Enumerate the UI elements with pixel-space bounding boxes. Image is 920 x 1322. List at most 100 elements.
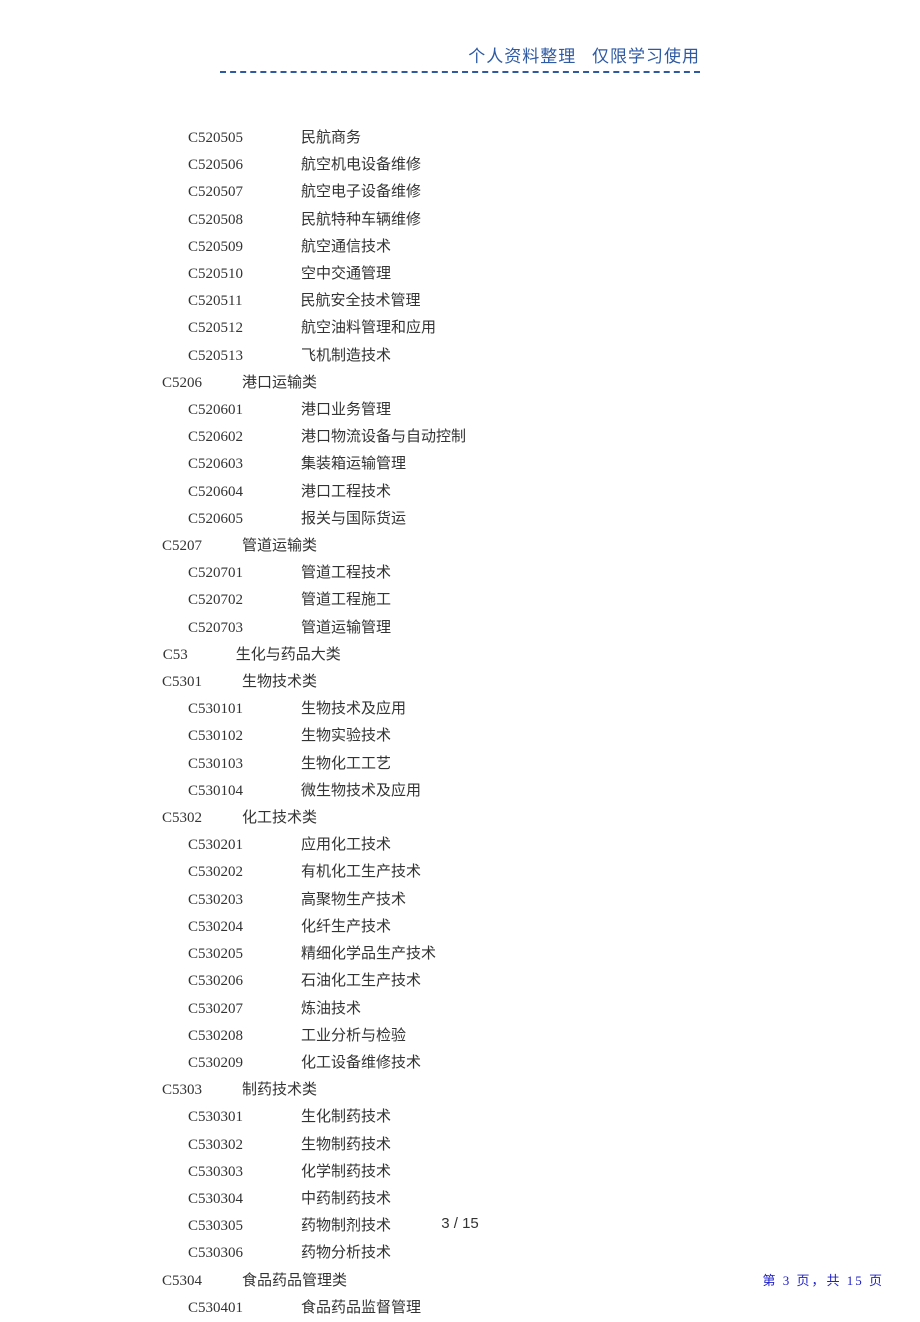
label: 报关与国际货运 xyxy=(301,506,406,533)
code: C530304 xyxy=(188,1186,243,1213)
label: 生物技术类 xyxy=(242,669,317,696)
label: 精细化学品生产技术 xyxy=(301,941,436,968)
label: 航空电子设备维修 xyxy=(301,179,421,206)
label: 应用化工技术 xyxy=(301,832,391,859)
major-category-row: C53生化与药品大类 xyxy=(0,642,920,669)
code: C530206 xyxy=(188,968,243,995)
list-item: C530101生物技术及应用 xyxy=(0,696,920,723)
list-item: C530202 有机化工生产技术 xyxy=(0,859,920,886)
label: 管道运输管理 xyxy=(301,615,391,642)
label: 高聚物生产技术 xyxy=(301,887,406,914)
list-item: C530207 炼油技术 xyxy=(0,996,920,1023)
label: 管道运输类 xyxy=(242,533,317,560)
list-item: C520506 航空机电设备维修 xyxy=(0,152,920,179)
label: 石油化工生产技术 xyxy=(301,968,421,995)
label: 有机化工生产技术 xyxy=(301,859,421,886)
code: C520604 xyxy=(188,479,243,506)
code: C530201 xyxy=(188,832,243,859)
code: C530103 xyxy=(188,751,243,778)
label: 管道工程技术 xyxy=(301,560,391,587)
list-item: C530306药物分析技术 xyxy=(0,1240,920,1267)
page-header: 个人资料整理 仅限学习使用 xyxy=(0,42,920,67)
page-number-right: 第 3 页，共 15 页 xyxy=(762,1270,884,1289)
code: C530204 xyxy=(188,914,243,941)
code: C530207 xyxy=(188,996,243,1023)
code: C520603 xyxy=(188,451,243,478)
list-item: C530401 食品药品监督管理 xyxy=(0,1295,920,1322)
code: C520601 xyxy=(188,397,243,424)
label: 港口物流设备与自动控制 xyxy=(301,424,466,451)
list-item: C520511 民航安全技术管理 xyxy=(0,288,920,315)
code: C530208 xyxy=(188,1023,243,1050)
code: C5302 xyxy=(162,805,202,832)
list-item: C530203 高聚物生产技术 xyxy=(0,887,920,914)
label: 生物实验技术 xyxy=(301,723,391,750)
category-row: C5207管道运输类 xyxy=(0,533,920,560)
label: 民航安全技术管理 xyxy=(300,288,420,315)
label: 制药技术类 xyxy=(242,1077,317,1104)
code: C520507 xyxy=(188,179,243,206)
code: C530102 xyxy=(188,723,243,750)
label: 港口运输类 xyxy=(242,370,317,397)
list-item: C530102 生物实验技术 xyxy=(0,723,920,750)
category-row: C5206 港口运输类 xyxy=(0,370,920,397)
code: C5304 xyxy=(162,1268,202,1295)
code: C530104 xyxy=(188,778,243,805)
list-item: C520603 集装箱运输管理 xyxy=(0,451,920,478)
list-item: C530103生物化工工艺 xyxy=(0,751,920,778)
list-item: C520602港口物流设备与自动控制 xyxy=(0,424,920,451)
list-item: C520703管道运输管理 xyxy=(0,615,920,642)
label: 港口业务管理 xyxy=(301,397,391,424)
page-number-center: 3 / 15 xyxy=(0,1215,920,1232)
list-item: C530209化工设备维修技术 xyxy=(0,1050,920,1077)
label: 中药制药技术 xyxy=(301,1186,391,1213)
label: 航空机电设备维修 xyxy=(301,152,421,179)
label: 生物技术及应用 xyxy=(301,696,406,723)
label: 食品药品监督管理 xyxy=(301,1295,421,1322)
list-item: C520510空中交通管理 xyxy=(0,261,920,288)
category-row: C5302化工技术类 xyxy=(0,805,920,832)
label: 食品药品管理类 xyxy=(242,1268,347,1295)
code: C5301 xyxy=(162,669,202,696)
code: C520701 xyxy=(188,560,243,587)
code: C530303 xyxy=(188,1159,243,1186)
code: C530401 xyxy=(188,1295,243,1322)
label: 集装箱运输管理 xyxy=(301,451,406,478)
list-item: C530304 中药制药技术 xyxy=(0,1186,920,1213)
label: 港口工程技术 xyxy=(301,479,391,506)
label: 药物分析技术 xyxy=(301,1240,391,1267)
list-item: C530204化纤生产技术 xyxy=(0,914,920,941)
list-item: C520601 港口业务管理 xyxy=(0,397,920,424)
code: C5206 xyxy=(162,370,202,397)
category-row: C5303制药技术类 xyxy=(0,1077,920,1104)
list-item: C530205 精细化学品生产技术 xyxy=(0,941,920,968)
code: C530203 xyxy=(188,887,243,914)
list-item: C520702管道工程施工 xyxy=(0,587,920,614)
list-item: C520513飞机制造技术 xyxy=(0,343,920,370)
code: C530301 xyxy=(188,1104,243,1131)
code: C520506 xyxy=(188,152,243,179)
code: C520511 xyxy=(188,288,242,315)
list-item: C520512航空油料管理和应用 xyxy=(0,315,920,342)
list-item: C520605报关与国际货运 xyxy=(0,506,920,533)
label: 炼油技术 xyxy=(301,996,361,1023)
code: C520513 xyxy=(188,343,243,370)
list-item: C520701 管道工程技术 xyxy=(0,560,920,587)
code: C530205 xyxy=(188,941,243,968)
list-item: C520604 港口工程技术 xyxy=(0,479,920,506)
list-item: C520509航空通信技术 xyxy=(0,234,920,261)
list-item: C520507 航空电子设备维修 xyxy=(0,179,920,206)
label: 微生物技术及应用 xyxy=(301,778,421,805)
header-right: 仅限学习使用 xyxy=(592,47,700,66)
list-item: C530302 生物制药技术 xyxy=(0,1132,920,1159)
list-item: C520508民航特种车辆维修 xyxy=(0,207,920,234)
label: 生物制药技术 xyxy=(301,1132,391,1159)
code: C530302 xyxy=(188,1132,243,1159)
label: 民航商务 xyxy=(301,125,361,152)
code: C530209 xyxy=(188,1050,243,1077)
code: C520509 xyxy=(188,234,243,261)
page: { "header": { "left": "个人资料整理", "right":… xyxy=(0,0,920,1322)
code: C520512 xyxy=(188,315,243,342)
label: 管道工程施工 xyxy=(301,587,391,614)
code: C530202 xyxy=(188,859,243,886)
